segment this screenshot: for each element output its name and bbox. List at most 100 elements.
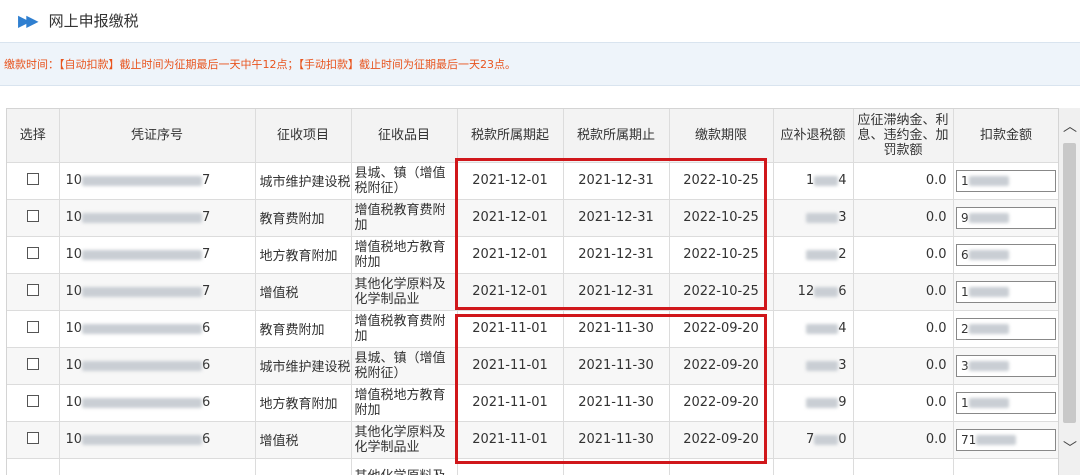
table-row[interactable]: 10 7 增值税 其他化学原料及化学制品业 2021-12-01 2021-12-31 20… bbox=[7, 273, 1058, 311]
period-end-cell: 2021-11-30 bbox=[563, 384, 670, 422]
partial-cell bbox=[255, 458, 352, 475]
voucher-suffix: 6 bbox=[202, 395, 211, 410]
row-checkbox[interactable] bbox=[26, 394, 39, 407]
amount-cell: 6 bbox=[953, 236, 1058, 274]
item-text: 其他化学原料及化学制品业 bbox=[354, 276, 446, 307]
row-checkbox[interactable] bbox=[26, 320, 39, 333]
deduction-amount-input[interactable]: 1 bbox=[956, 169, 1056, 192]
redacted-text bbox=[968, 398, 1009, 408]
table-row[interactable]: 10 7 城市维护建设税 县城、镇（增值税附征） 2021-12-01 2021-12-3… bbox=[7, 162, 1058, 200]
period-start-cell: 2021-11-01 bbox=[457, 310, 564, 348]
item-cell: 县城、镇（增值税附征） bbox=[351, 347, 458, 385]
partial-cell bbox=[953, 458, 1058, 475]
redacted-text bbox=[82, 360, 203, 371]
voucher-prefix: 10 bbox=[65, 321, 83, 336]
redacted-text bbox=[968, 287, 1009, 297]
voucher-suffix: 7 bbox=[202, 173, 211, 188]
voucher-cell: 10 7 bbox=[59, 273, 256, 311]
deduction-amount-input[interactable]: 1 bbox=[956, 391, 1056, 414]
project-text: 城市维护建设税 bbox=[259, 360, 351, 375]
voucher-suffix: 6 bbox=[202, 358, 211, 373]
project-text: 地方教育附加 bbox=[259, 249, 338, 264]
scrollbar-thumb[interactable] bbox=[1063, 143, 1076, 423]
table-row[interactable]: 10 6 增值税 其他化学原料及化学制品业 2021-11-01 2021-11-30 20… bbox=[7, 421, 1058, 459]
amount-cell: 2 bbox=[953, 310, 1058, 348]
select-cell bbox=[7, 199, 60, 237]
tax-prefix: 12 bbox=[797, 284, 815, 299]
deduction-amount-input[interactable]: 2 bbox=[956, 317, 1056, 340]
penalty-cell: 0.0 bbox=[853, 310, 954, 348]
tax-amount-cell: 4 bbox=[773, 310, 854, 348]
redacted-text bbox=[814, 175, 839, 186]
item-cell: 增值税教育费附加 bbox=[351, 310, 458, 348]
redacted-text bbox=[806, 249, 839, 260]
penalty-cell: 0.0 bbox=[853, 273, 954, 311]
tax-amount-cell: 2 bbox=[773, 236, 854, 274]
voucher-cell: 10 7 bbox=[59, 236, 256, 274]
table-row[interactable]: 10 7 教育费附加 增值税教育费附加 2021-12-01 2021-12-31 2022… bbox=[7, 199, 1058, 237]
deduction-amount-input[interactable]: 6 bbox=[956, 243, 1056, 266]
voucher-cell: 10 6 bbox=[59, 347, 256, 385]
chevron-down-icon[interactable]: ﹀ bbox=[1063, 438, 1077, 458]
table-row[interactable]: 10 6 城市维护建设税 县城、镇（增值税附征） 2021-11-01 2021-11-3… bbox=[7, 347, 1058, 385]
tax-suffix: 4 bbox=[838, 173, 847, 188]
deadline: 2022-09-20 bbox=[683, 321, 759, 336]
voucher-suffix: 6 bbox=[202, 432, 211, 447]
partial-cell bbox=[59, 458, 256, 475]
row-checkbox[interactable] bbox=[26, 431, 39, 444]
period-end: 2021-11-30 bbox=[578, 395, 654, 410]
period-end: 2021-11-30 bbox=[578, 321, 654, 336]
period-start-cell: 2021-11-01 bbox=[457, 384, 564, 422]
voucher-suffix: 7 bbox=[202, 210, 211, 225]
chevron-up-icon[interactable]: ︿ bbox=[1063, 116, 1077, 136]
row-checkbox[interactable] bbox=[26, 246, 39, 259]
deadline-cell: 2022-10-25 bbox=[669, 273, 774, 311]
row-checkbox[interactable] bbox=[26, 357, 39, 370]
period-end-cell: 2021-11-30 bbox=[563, 310, 670, 348]
page-header: ▶▶ 网上申报缴税 bbox=[0, 0, 1080, 40]
period-start: 2021-12-01 bbox=[472, 210, 548, 225]
period-end: 2021-12-31 bbox=[578, 173, 654, 188]
column-header: 税款所属期起 bbox=[457, 109, 564, 163]
voucher-prefix: 10 bbox=[65, 284, 83, 299]
project-cell: 城市维护建设税 bbox=[255, 162, 352, 200]
period-end-cell: 2021-12-31 bbox=[563, 273, 670, 311]
table-row[interactable]: 10 7 地方教育附加 增值税地方教育附加 2021-12-01 2021-12-31 20… bbox=[7, 236, 1058, 274]
voucher-suffix: 7 bbox=[202, 247, 211, 262]
row-checkbox[interactable] bbox=[26, 283, 39, 296]
deduction-amount-input[interactable]: 71 bbox=[956, 428, 1056, 451]
item-cell: 其他化学原料及化学制品业 bbox=[351, 273, 458, 311]
redacted-text bbox=[806, 212, 839, 223]
item-text: 县城、镇（增值税附征） bbox=[354, 165, 446, 196]
item-text: 增值税教育费附加 bbox=[354, 202, 446, 233]
table-row-partial: 其他化学原料及 bbox=[7, 458, 1058, 475]
tax-table-container: 选择 凭证序号 征收项目 征收品目 税款所属期起 税款所属期止 缴款期限 应补退税额 应征滞纳金… bbox=[6, 108, 1058, 475]
table-row[interactable]: 10 6 地方教育附加 增值税地方教育附加 2021-11-01 2021-11-30 20… bbox=[7, 384, 1058, 422]
deduction-amount-input[interactable]: 3 bbox=[956, 354, 1056, 377]
table-row[interactable]: 10 6 教育费附加 增值税教育费附加 2021-11-01 2021-11-30 2022… bbox=[7, 310, 1058, 348]
tax-suffix: 3 bbox=[838, 210, 847, 225]
redacted-text bbox=[968, 324, 1009, 334]
deduction-amount-input[interactable]: 1 bbox=[956, 280, 1056, 303]
deduction-amount-input[interactable]: 9 bbox=[956, 206, 1056, 229]
row-checkbox[interactable] bbox=[26, 209, 39, 222]
project-cell: 地方教育附加 bbox=[255, 236, 352, 274]
notice-text: 缴款时间：【自动扣款】截止时间为征期最后一天中午12点；【手动扣款】截止时间为征… bbox=[4, 58, 516, 71]
item-text: 县城、镇（增值税附征） bbox=[354, 350, 446, 381]
payment-notice: 缴款时间：【自动扣款】截止时间为征期最后一天中午12点；【手动扣款】截止时间为征… bbox=[0, 42, 1080, 86]
amount-prefix: 1 bbox=[961, 173, 969, 188]
row-checkbox[interactable] bbox=[26, 172, 39, 185]
penalty-cell: 0.0 bbox=[853, 347, 954, 385]
tax-amount-cell: 70 bbox=[773, 421, 854, 459]
deadline: 2022-10-25 bbox=[683, 284, 759, 299]
vertical-scrollbar[interactable]: ︿ ﹀ bbox=[1058, 108, 1080, 475]
penalty-cell: 0.0 bbox=[853, 384, 954, 422]
redacted-text bbox=[968, 250, 1009, 260]
item-text: 其他化学原料及化学制品业 bbox=[354, 424, 446, 455]
item-cell: 增值税教育费附加 bbox=[351, 199, 458, 237]
deadline-cell: 2022-10-25 bbox=[669, 162, 774, 200]
redacted-text bbox=[806, 360, 839, 371]
period-start: 2021-12-01 bbox=[472, 247, 548, 262]
column-header: 扣款金额 bbox=[953, 109, 1058, 163]
partial-cell bbox=[7, 458, 60, 475]
